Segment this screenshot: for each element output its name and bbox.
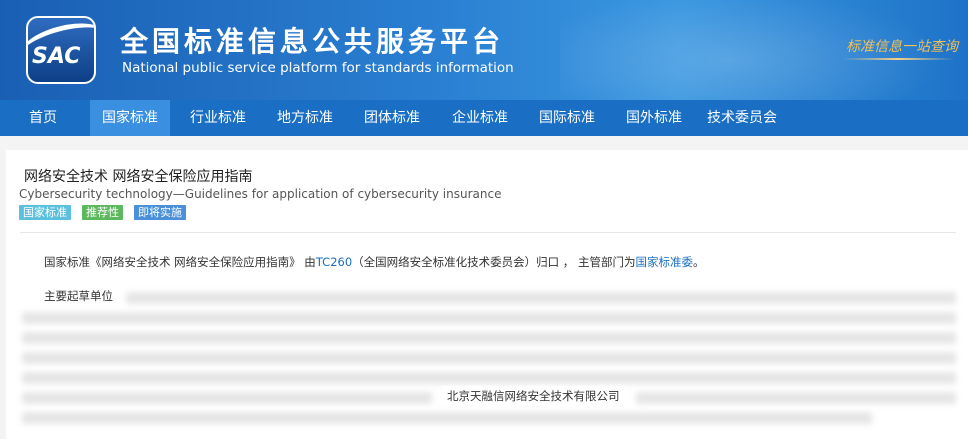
standard-title: 网络安全技术 网络安全保险应用指南	[24, 169, 253, 185]
nav-item-international[interactable]: 国际标准	[527, 100, 607, 136]
main-nav: 首页 国家标准 行业标准 地方标准 团体标准 企业标准 国际标准 国外标准 技术…	[0, 100, 968, 136]
tc-link[interactable]: TC260	[316, 255, 352, 269]
nav-item-committee[interactable]: 技术委员会	[700, 100, 784, 136]
divider	[20, 232, 956, 233]
site-title: 全国标准信息公共服务平台	[120, 25, 505, 58]
logo-text: SAC	[32, 44, 81, 69]
dept-link[interactable]: 国家标准委	[635, 255, 693, 269]
desc-suffix: 。	[692, 255, 705, 269]
site-subtitle: National public service platform for sta…	[122, 60, 514, 76]
slogan: 标准信息一站查询	[846, 39, 958, 55]
badge-recommended: 推荐性	[82, 205, 123, 220]
sac-logo-icon[interactable]: SAC	[26, 16, 96, 84]
nav-item-industry[interactable]: 行业标准	[178, 100, 258, 136]
nav-item-enterprise[interactable]: 企业标准	[440, 100, 520, 136]
standard-title-en: Cybersecurity technology—Guidelines for …	[19, 187, 502, 201]
slogan-underline	[842, 58, 954, 60]
standard-description: 国家标准《网络安全技术 网络安全保险应用指南》 由TC260（全国网络安全标准化…	[44, 254, 704, 270]
badge-upcoming: 即将实施	[134, 205, 186, 220]
nav-item-group[interactable]: 团体标准	[352, 100, 432, 136]
nav-item-local[interactable]: 地方标准	[265, 100, 345, 136]
drafters-label: 主要起草单位	[44, 289, 113, 303]
nav-item-national[interactable]: 国家标准	[90, 100, 170, 136]
drafter-unit: 北京天融信网络安全技术有限公司	[442, 386, 625, 406]
nav-item-home[interactable]: 首页	[18, 100, 68, 136]
badge-national-standard: 国家标准	[19, 205, 71, 220]
site-header: SAC 全国标准信息公共服务平台 National public service…	[0, 0, 968, 100]
desc-prefix: 国家标准《网络安全技术 网络安全保险应用指南》 由	[44, 255, 316, 269]
nav-item-foreign[interactable]: 国外标准	[614, 100, 694, 136]
standard-detail-card: 网络安全技术 网络安全保险应用指南 Cybersecurity technolo…	[6, 150, 968, 439]
desc-mid: （全国网络安全标准化技术委员会）归口 ， 主管部门为	[352, 255, 636, 269]
